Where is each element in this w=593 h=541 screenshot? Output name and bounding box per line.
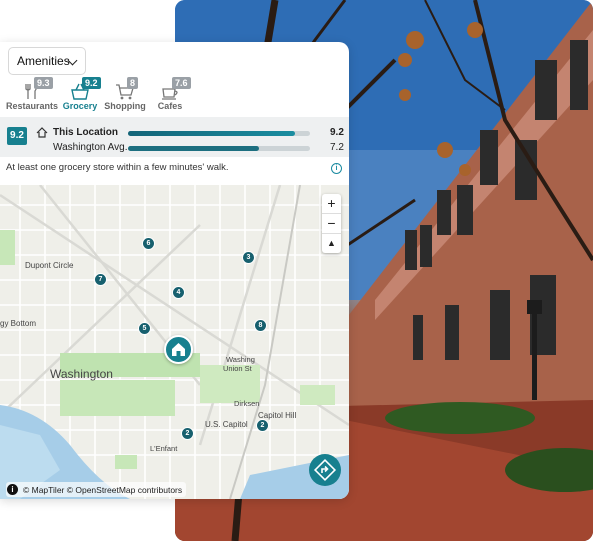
map-label-capitol: U.S. Capitol xyxy=(205,420,248,429)
zoom-out-button[interactable]: − xyxy=(322,214,341,234)
amenity-description: At least one grocery store within a few … xyxy=(6,162,229,173)
map-marker[interactable]: 7 xyxy=(94,273,107,286)
map-marker[interactable]: 2 xyxy=(181,427,194,440)
attribution-text: © MapTiler © OpenStreetMap contributors xyxy=(23,484,183,495)
score-comparison: 9.2 This Location 9.2 Washington Avg. 7.… xyxy=(0,117,349,157)
map-label-foggy-bottom: gy Bottom xyxy=(0,319,37,328)
restaurants-score: 9.3 xyxy=(34,77,53,89)
house-icon xyxy=(172,343,185,356)
directions-button[interactable] xyxy=(309,454,341,486)
attribution-info-icon[interactable]: i xyxy=(7,484,18,495)
city-avg-value: 7.2 xyxy=(330,142,344,153)
zoom-controls: + − ▲ xyxy=(322,194,341,253)
amenities-dropdown[interactable]: Amenities xyxy=(8,47,86,75)
cafes-score: 7.6 xyxy=(172,77,191,89)
this-location-label: This Location xyxy=(53,127,118,138)
compass-button[interactable]: ▲ xyxy=(322,234,341,253)
map-label-dupont: Dupont Circle xyxy=(25,261,74,270)
map-label-dirksen: Dirksen xyxy=(234,399,260,408)
amenities-dropdown-label: Amenities xyxy=(17,54,70,68)
home-location-pin[interactable] xyxy=(164,335,193,364)
map-marker[interactable]: 2 xyxy=(256,419,269,432)
tab-cafes[interactable]: 7.6 Cafes xyxy=(142,77,198,115)
zoom-in-button[interactable]: + xyxy=(322,194,341,214)
map-marker[interactable]: 3 xyxy=(242,251,255,264)
city-avg-label: Washington Avg. xyxy=(53,142,128,153)
amenity-category-tabs: 9.3 Restaurants 9.2 Grocery 8 Shopping 7… xyxy=(0,77,349,115)
this-location-bar xyxy=(128,131,295,136)
shopping-score: 8 xyxy=(127,77,139,89)
map-label-union-station-1: Washing xyxy=(226,355,255,364)
map-label-washington: Washington xyxy=(50,367,113,381)
map-marker[interactable]: 8 xyxy=(254,319,267,332)
map-label-union-station-2: Union St xyxy=(223,364,252,373)
grocery-score-badge: 9.2 xyxy=(7,127,27,145)
this-location-value: 9.2 xyxy=(330,127,344,138)
info-icon[interactable]: i xyxy=(331,163,342,174)
map-marker[interactable]: 4 xyxy=(172,286,185,299)
cafes-label: Cafes xyxy=(157,101,183,111)
map-marker[interactable]: 6 xyxy=(142,237,155,250)
map-marker[interactable]: 5 xyxy=(138,322,151,335)
city-avg-bar xyxy=(128,146,259,151)
home-icon xyxy=(36,127,48,138)
directions-icon xyxy=(313,458,337,482)
amenities-panel: Amenities 9.3 Restaurants 9.2 Grocery 8 … xyxy=(0,42,349,499)
map-label-lenfant: L'Enfant xyxy=(150,444,178,453)
map-attribution: i © MapTiler © OpenStreetMap contributor… xyxy=(6,482,187,497)
